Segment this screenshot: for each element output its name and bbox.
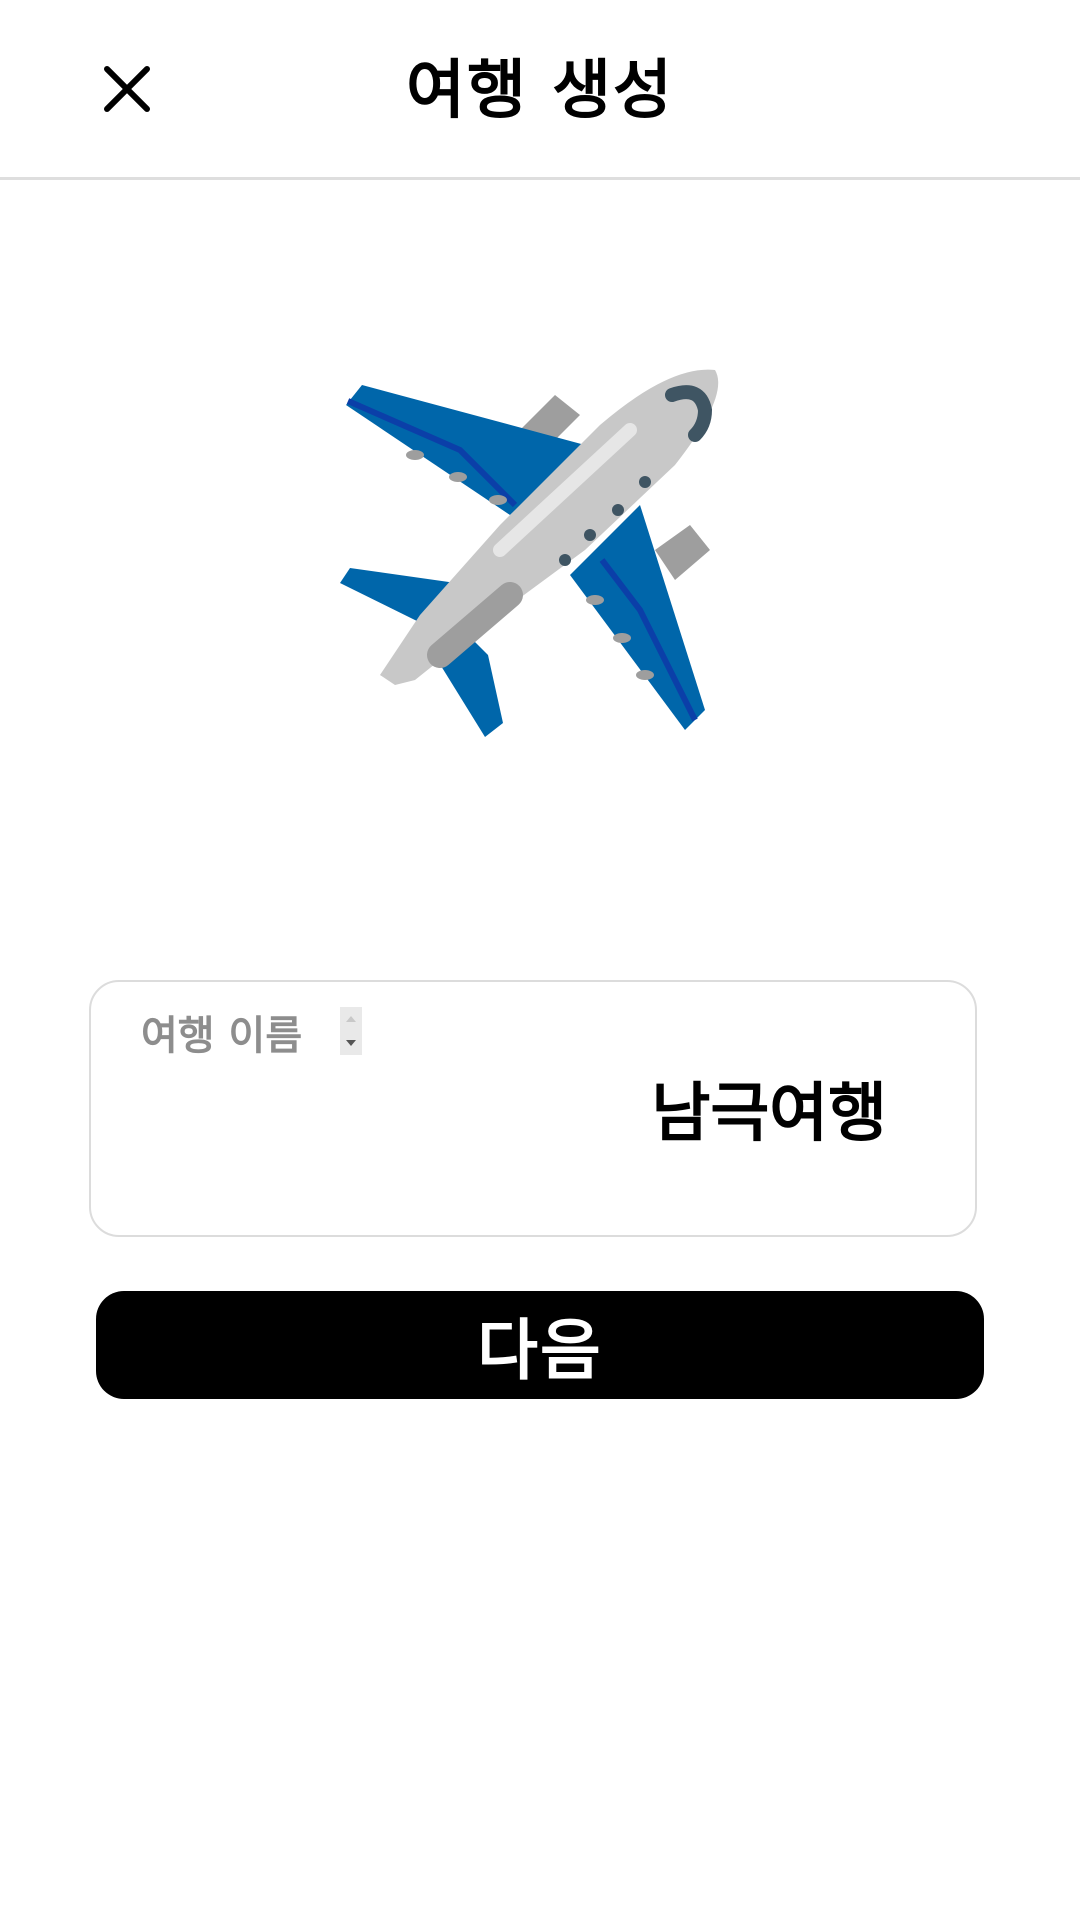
trip-name-input[interactable]: 남극여행 [651,1064,887,1164]
trip-name-field[interactable]: 여행 이름 남극여행 [89,980,977,1237]
trip-name-label: 여행 이름 [141,1013,303,1059]
app-header: 여행 생성 [0,0,1080,180]
spinner-up-icon[interactable] [346,1016,356,1022]
engine-right [655,525,710,580]
window [584,529,596,541]
window [559,554,571,566]
spinner-down-icon[interactable] [346,1040,356,1046]
airplane-icon [340,369,719,737]
next-button[interactable]: 다음 [96,1291,984,1399]
number-spinner[interactable] [340,1007,362,1055]
window [612,504,624,516]
window [639,476,651,488]
page-title: 여행 생성 [406,54,674,128]
